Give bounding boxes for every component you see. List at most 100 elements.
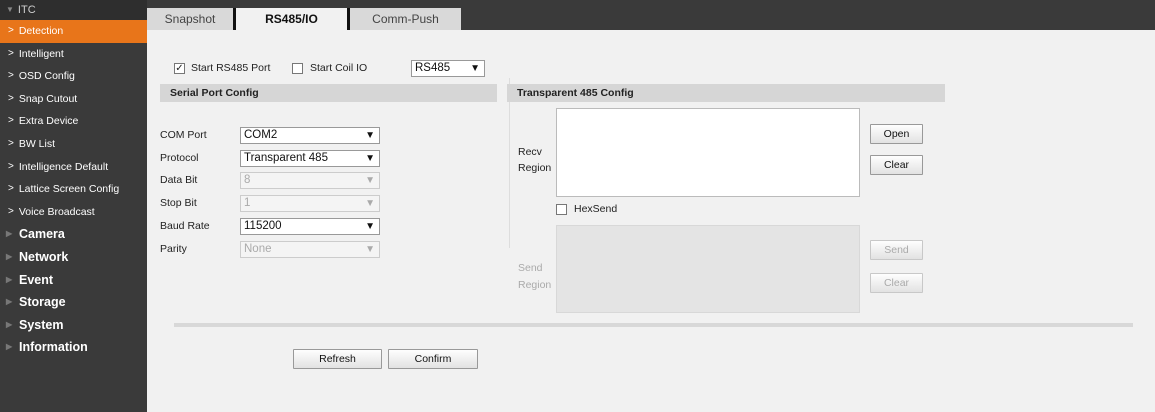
sidebar-item-label: Intelligent <box>18 47 64 60</box>
expand-triangle-icon: ▶ <box>6 251 13 261</box>
footer-separator <box>174 323 1133 327</box>
parity-label: Parity <box>160 243 187 255</box>
chevron-down-icon: ▼ <box>365 175 375 186</box>
recv-region-label-line1: Recv <box>518 146 542 158</box>
sidebar-section-label: Event <box>19 272 54 287</box>
data-bit-value: 8 <box>244 174 251 186</box>
port-type-select[interactable]: RS485 ▼ <box>411 60 485 77</box>
sidebar-section-label: Storage <box>19 295 66 310</box>
expand-triangle-icon: ▶ <box>6 319 13 329</box>
baud-rate-label: Baud Rate <box>160 220 210 232</box>
tab-comm-push[interactable]: Comm-Push <box>350 8 461 30</box>
tab-snapshot[interactable]: Snapshot <box>147 8 233 30</box>
chevron-down-icon: ▼ <box>365 244 375 255</box>
sidebar-item-extra-device[interactable]: > Extra Device <box>0 110 147 133</box>
chevron-down-icon: ▼ <box>365 130 375 141</box>
sidebar-section-storage[interactable]: ▶ Storage <box>0 291 147 314</box>
sidebar-item-label: Extra Device <box>18 115 79 128</box>
sidebar-item-detection[interactable]: > Detection <box>0 20 147 43</box>
expand-triangle-icon: ▶ <box>6 274 13 284</box>
clear-recv-button[interactable]: Clear <box>870 155 923 175</box>
sidebar-header-label: ITC <box>17 4 36 16</box>
stop-bit-label: Stop Bit <box>160 197 197 209</box>
sidebar-item-intelligent[interactable]: > Intelligent <box>0 43 147 66</box>
sidebar-section-label: Camera <box>19 227 65 242</box>
sidebar-item-snap-cutout[interactable]: > Snap Cutout <box>0 88 147 111</box>
sidebar-item-label: BW List <box>18 137 56 150</box>
expand-triangle-icon: ▶ <box>6 342 13 352</box>
chevron-right-icon: > <box>8 160 14 172</box>
tab-bar: Snapshot RS485/IO Comm-Push <box>147 0 1155 30</box>
protocol-label: Protocol <box>160 152 199 164</box>
sidebar-section-label: Network <box>19 249 69 264</box>
sidebar-item-osd-config[interactable]: > OSD Config <box>0 65 147 88</box>
sidebar-item-label: Lattice Screen Config <box>18 183 120 196</box>
send-button[interactable]: Send <box>870 240 923 260</box>
chevron-down-icon: ▼ <box>470 63 480 74</box>
sidebar: ▼ ITC > Detection > Intelligent > OSD Config >… <box>0 0 147 412</box>
com-port-label: COM Port <box>160 129 207 141</box>
sidebar-section-event[interactable]: ▶ Event <box>0 269 147 292</box>
parity-value: None <box>244 243 272 255</box>
sidebar-item-lattice-screen-config[interactable]: > Lattice Screen Config <box>0 178 147 201</box>
recv-region-textarea[interactable] <box>556 108 860 197</box>
start-rs485-checkbox[interactable]: ✓ <box>174 63 185 74</box>
serial-port-config-header: Serial Port Config <box>160 84 497 102</box>
open-button[interactable]: Open <box>870 124 923 144</box>
send-region-textarea[interactable] <box>556 225 860 313</box>
sidebar-item-voice-broadcast[interactable]: > Voice Broadcast <box>0 201 147 224</box>
sidebar-section-information[interactable]: ▶ Information <box>0 336 147 359</box>
start-coil-io-checkbox[interactable] <box>292 63 303 74</box>
sidebar-section-camera[interactable]: ▶ Camera <box>0 223 147 246</box>
baud-rate-value: 115200 <box>244 220 282 232</box>
expand-triangle-icon: ▶ <box>6 229 13 239</box>
chevron-down-icon: ▼ <box>365 221 375 232</box>
sidebar-section-system[interactable]: ▶ System <box>0 314 147 337</box>
com-port-value: COM2 <box>244 129 278 141</box>
hexsend-label: HexSend <box>574 203 618 215</box>
chevron-right-icon: > <box>8 25 14 36</box>
sidebar-item-label: Detection <box>18 25 64 37</box>
chevron-right-icon: > <box>8 92 14 104</box>
data-bit-select: 8 ▼ <box>240 172 380 189</box>
protocol-value: Transparent 485 <box>244 152 328 164</box>
sidebar-item-label: OSD Config <box>18 70 75 83</box>
chevron-right-icon: > <box>8 183 14 195</box>
protocol-select[interactable]: Transparent 485 ▼ <box>240 150 380 167</box>
refresh-button[interactable]: Refresh <box>293 349 382 369</box>
clear-send-button[interactable]: Clear <box>870 273 923 293</box>
sidebar-item-label: Intelligence Default <box>18 160 109 173</box>
sidebar-item-label: Snap Cutout <box>18 92 78 105</box>
sidebar-item-bw-list[interactable]: > BW List <box>0 133 147 156</box>
chevron-down-icon: ▼ <box>365 153 375 164</box>
data-bit-label: Data Bit <box>160 174 198 186</box>
stop-bit-value: 1 <box>244 197 251 209</box>
chevron-down-icon: ▼ <box>365 198 375 209</box>
start-rs485-label: Start RS485 Port <box>191 62 271 74</box>
sidebar-item-label: Voice Broadcast <box>18 205 95 218</box>
sidebar-header-itc[interactable]: ▼ ITC <box>0 0 147 20</box>
confirm-button[interactable]: Confirm <box>388 349 478 369</box>
chevron-right-icon: > <box>8 205 14 217</box>
start-coil-io-label: Start Coil IO <box>310 62 368 74</box>
tab-rs485-io[interactable]: RS485/IO <box>236 8 347 30</box>
recv-region-label-line2: Region <box>518 162 552 174</box>
sidebar-section-label: Information <box>19 340 88 355</box>
com-port-select[interactable]: COM2 ▼ <box>240 127 380 144</box>
baud-rate-select[interactable]: 115200 ▼ <box>240 218 380 235</box>
sidebar-item-intelligence-default[interactable]: > Intelligence Default <box>0 156 147 179</box>
chevron-right-icon: > <box>8 70 14 82</box>
sidebar-section-network[interactable]: ▶ Network <box>0 246 147 269</box>
sidebar-section-label: System <box>19 317 64 332</box>
port-type-value: RS485 <box>415 62 451 74</box>
send-region-label-line1: Send <box>518 262 543 274</box>
hexsend-checkbox[interactable] <box>556 204 567 215</box>
send-region-label-line2: Region <box>518 279 552 291</box>
chevron-right-icon: > <box>8 115 14 127</box>
stop-bit-select: 1 ▼ <box>240 195 380 212</box>
transparent-485-config-header: Transparent 485 Config <box>507 84 945 102</box>
collapse-triangle-icon: ▼ <box>6 5 14 14</box>
parity-select: None ▼ <box>240 241 380 258</box>
section-divider <box>509 78 510 248</box>
chevron-right-icon: > <box>8 47 14 59</box>
